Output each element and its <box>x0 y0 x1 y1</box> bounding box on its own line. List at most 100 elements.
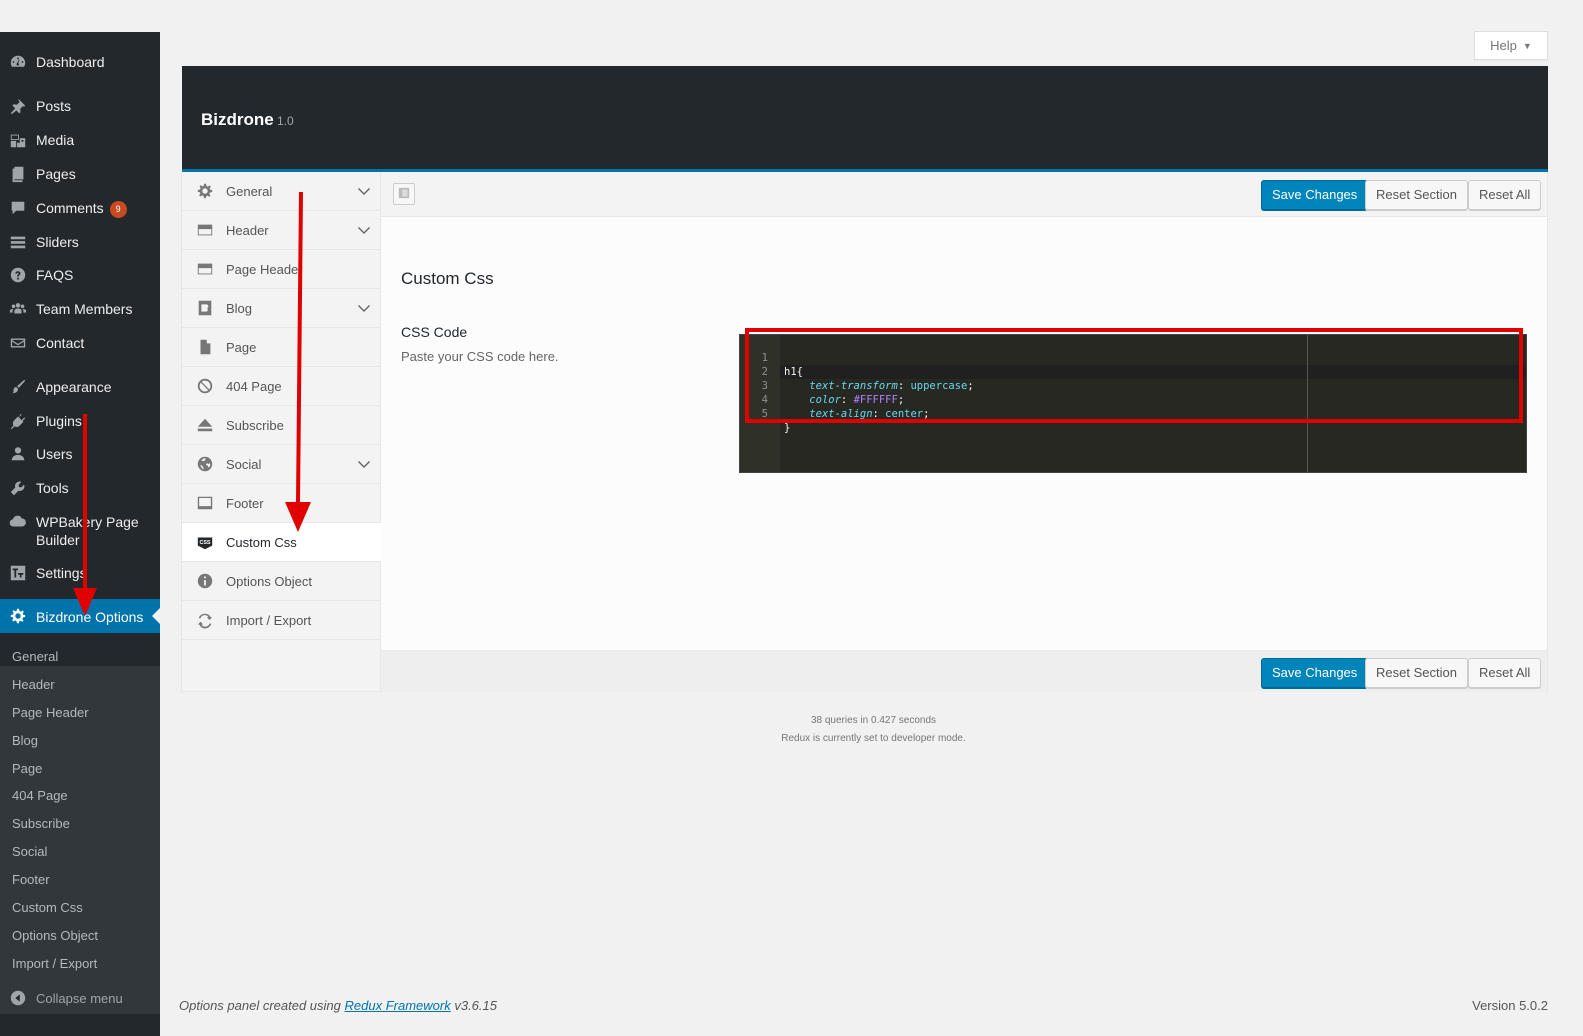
reset-all-button-bottom[interactable]: Reset All <box>1468 658 1542 688</box>
groups-icon <box>8 299 28 319</box>
expand-icon <box>398 187 410 202</box>
help-tab-button[interactable]: Help ▼ <box>1474 31 1548 60</box>
save-changes-button[interactable]: Save Changes <box>1261 180 1369 210</box>
pages-icon <box>8 164 28 184</box>
submenu-item-subscribe[interactable]: Subscribe <box>12 816 70 831</box>
section-tab-label: Header <box>226 222 269 238</box>
admin-menu-label: Bizdrone Options <box>36 608 144 625</box>
section-tab-404-page[interactable]: 404 Page <box>182 367 381 406</box>
section-tab-social[interactable]: Social <box>182 445 381 484</box>
section-tab-header[interactable]: Header <box>182 211 381 250</box>
submenu-item-footer[interactable]: Footer <box>12 872 50 887</box>
expand-options-button[interactable] <box>393 183 415 205</box>
admin-menu-label: Sliders <box>36 234 79 250</box>
admin-menu-label: Settings <box>36 565 87 581</box>
admin-menu-posts[interactable]: Posts <box>0 96 160 116</box>
chevron-down-icon[interactable] <box>357 184 371 198</box>
section-tab-custom-css[interactable]: CSS Custom Css <box>182 523 381 562</box>
submenu-item-blog[interactable]: Blog <box>12 733 38 748</box>
redux-section-sidebar: General Header Page Header Blog Page 404… <box>181 172 381 692</box>
submenu-item-general[interactable]: General <box>12 649 58 664</box>
admin-menu-comments[interactable]: Comments 9 <box>0 198 160 218</box>
field-description: Paste your CSS code here. <box>401 349 559 364</box>
section-tab-footer[interactable]: Footer <box>182 484 381 523</box>
pushpin-icon <box>8 96 28 116</box>
section-tab-label: Subscribe <box>226 417 284 433</box>
submenu-item-page[interactable]: Page <box>12 761 42 776</box>
submenu-item-options-object[interactable]: Options Object <box>12 928 98 943</box>
admin-menu-contact[interactable]: Contact <box>0 333 160 353</box>
wp-version: Version 5.0.2 <box>1472 998 1548 1013</box>
section-tab-options-object[interactable]: Options Object <box>182 562 381 601</box>
collapse-icon <box>8 988 28 1008</box>
chevron-down-icon[interactable] <box>357 301 371 315</box>
submenu-item-social[interactable]: Social <box>12 844 47 859</box>
admin-menu-tools[interactable]: Tools <box>0 478 160 498</box>
caret-down-icon: ▼ <box>1522 40 1532 51</box>
submenu-item-page-header[interactable]: Page Header <box>12 705 89 720</box>
forbidden-icon <box>195 376 215 396</box>
section-tab-import-export[interactable]: Import / Export <box>182 601 381 640</box>
question-icon <box>8 265 28 285</box>
section-tab-subscribe[interactable]: Subscribe <box>182 406 381 445</box>
admin-menu-team-members[interactable]: Team Members <box>0 299 160 319</box>
admin-menu-plugins[interactable]: Plugins <box>0 411 160 431</box>
redux-framework-link[interactable]: Redux Framework <box>345 998 451 1013</box>
section-tab-label: Page Header <box>226 261 303 277</box>
plugin-icon <box>8 411 28 431</box>
footer-icon <box>195 493 215 513</box>
submenu-item-header[interactable]: Header <box>12 677 55 692</box>
admin-menu-label: WPBakery Page Builder <box>36 514 139 548</box>
header-icon <box>195 220 215 240</box>
admin-menu-appearance[interactable]: Appearance <box>0 377 160 397</box>
admin-menu-sliders[interactable]: Sliders <box>0 232 160 252</box>
field-title: CSS Code <box>401 324 468 340</box>
reset-section-button-bottom[interactable]: Reset Section <box>1365 658 1468 688</box>
admin-menu-wpbakery[interactable]: WPBakery Page Builder <box>0 512 160 549</box>
admin-menu-bizdrone-options[interactable]: Bizdrone Options <box>0 599 160 633</box>
dashboard-icon <box>8 52 28 72</box>
redux-main-panel: Save Changes Reset Section Reset All Cus… <box>381 172 1548 692</box>
code-text: } <box>784 422 791 434</box>
bottom-action-bar: Save Changes Reset Section Reset All <box>381 650 1547 692</box>
collapse-menu-button[interactable]: Collapse menu <box>0 988 160 1008</box>
admin-menu-faqs[interactable]: FAQS <box>0 265 160 285</box>
css-icon: CSS <box>195 532 215 552</box>
annotation-highlight-box <box>745 328 1523 423</box>
blog-icon <box>195 298 215 318</box>
footer-stats: 38 queries in 0.427 seconds Redux is cur… <box>182 712 1565 748</box>
admin-menu-dashboard[interactable]: Dashboard <box>0 52 160 72</box>
top-action-bar: Save Changes Reset Section Reset All <box>381 172 1547 217</box>
section-tab-page-header[interactable]: Page Header <box>182 250 381 289</box>
section-tab-general[interactable]: General <box>182 172 381 211</box>
admin-menu-label: Media <box>36 132 75 148</box>
info-icon <box>195 571 215 591</box>
chevron-down-icon[interactable] <box>357 223 371 237</box>
section-tab-blog[interactable]: Blog <box>182 289 381 328</box>
submenu-item-custom-css[interactable]: Custom Css <box>12 900 83 915</box>
section-title: Custom Css <box>401 269 494 288</box>
admin-menu-media[interactable]: Media <box>0 130 160 150</box>
chevron-down-icon[interactable] <box>357 457 371 471</box>
user-icon <box>8 444 28 464</box>
save-changes-button-bottom[interactable]: Save Changes <box>1261 658 1369 688</box>
submenu-item-import-export[interactable]: Import / Export <box>12 956 97 971</box>
section-tab-label: Custom Css <box>226 534 297 550</box>
reset-all-button[interactable]: Reset All <box>1468 180 1542 210</box>
collapse-menu-label: Collapse menu <box>36 990 123 1006</box>
admin-menu-label: Dashboard <box>36 54 105 70</box>
help-label: Help <box>1490 38 1517 53</box>
admin-menu-pages[interactable]: Pages <box>0 164 160 184</box>
cloud-icon <box>8 512 28 532</box>
footer-credit-suffix: v3.6.15 <box>454 998 497 1013</box>
admin-submenu: General Header Page Header Blog Page 404… <box>0 649 160 1014</box>
admin-sidebar: Dashboard Posts Media Pages Comments 9 Sl… <box>0 32 160 1036</box>
submenu-item-404-page[interactable]: 404 Page <box>12 788 68 803</box>
panel-version: 1.0 <box>277 114 294 128</box>
admin-menu-label: Pages <box>36 166 76 182</box>
admin-menu-settings[interactable]: Settings <box>0 563 160 583</box>
paintbrush-icon <box>8 377 28 397</box>
reset-section-button[interactable]: Reset Section <box>1365 180 1468 210</box>
admin-menu-users[interactable]: Users <box>0 444 160 464</box>
section-tab-page[interactable]: Page <box>182 328 381 367</box>
